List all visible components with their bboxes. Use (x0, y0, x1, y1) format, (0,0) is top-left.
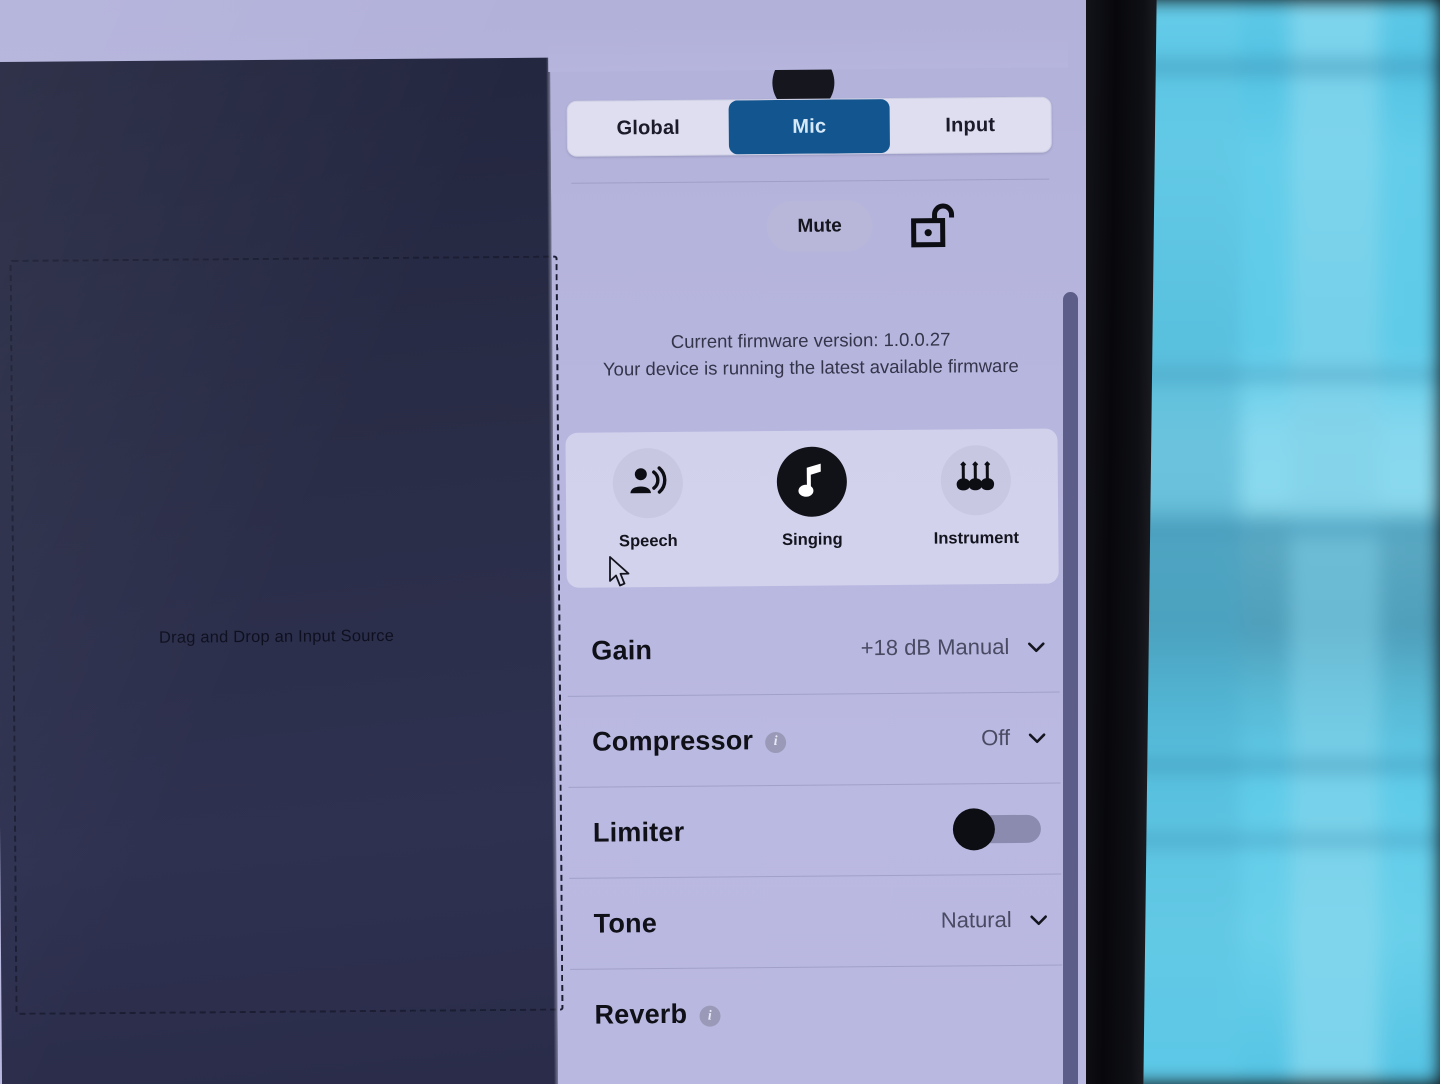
setting-reverb-label: Reverb (594, 998, 688, 1030)
room-line (1120, 760, 1440, 772)
preset-speech-circle (612, 447, 684, 519)
guitars-icon (956, 459, 996, 502)
preset-instrument-label: Instrument (933, 528, 1020, 548)
panel-scroll-mask (548, 35, 1069, 72)
preset-selector: Speech Singing Instrument (565, 428, 1059, 588)
setting-gain-label: Gain (591, 634, 653, 666)
setting-row-limiter[interactable]: Limiter (568, 783, 1062, 879)
setting-row-gain[interactable]: Gain +18 dB Manual (566, 601, 1060, 697)
firmware-info: Current firmware version: 1.0.0.27 Your … (551, 325, 1071, 383)
settings-tab-bar[interactable]: Global Mic Input (566, 96, 1053, 157)
setting-compressor-label: Compressor (591, 724, 754, 757)
settings-list: Gain +18 dB Manual Compressor i Off Limi… (566, 601, 1063, 1061)
tab-input[interactable]: Input (890, 98, 1051, 153)
panel-scrollbar[interactable] (1063, 292, 1078, 1084)
setting-gain-value: +18 dB Manual (860, 633, 1010, 661)
info-icon[interactable]: i (765, 731, 787, 753)
person-speaking-icon (629, 464, 667, 501)
preset-singing-label: Singing (782, 530, 843, 549)
input-source-panel[interactable]: Drag and Drop an Input Source (0, 57, 564, 1084)
setting-tone-label: Tone (593, 907, 658, 939)
setting-tone-value: Natural (940, 906, 1012, 933)
room-stripe (1290, 0, 1380, 1084)
room-line (1120, 520, 1440, 536)
limiter-toggle[interactable] (952, 808, 1042, 851)
chevron-down-icon[interactable] (1026, 727, 1048, 749)
mute-row: Mute (549, 190, 1070, 265)
chevron-down-icon[interactable] (1025, 636, 1047, 658)
room-line (1120, 60, 1440, 74)
preset-singing[interactable]: Singing (729, 430, 894, 586)
monitor-screen: Drag and Drop an Input Source Global Mic… (0, 0, 1086, 1084)
background-room-blur (1120, 0, 1440, 1084)
setting-row-reverb[interactable]: Reverb i (570, 966, 1063, 1061)
info-icon[interactable]: i (699, 1005, 721, 1027)
tab-global[interactable]: Global (568, 100, 729, 155)
setting-row-tone[interactable]: Tone Natural (569, 874, 1063, 970)
room-line (1120, 370, 1440, 380)
preset-speech[interactable]: Speech (565, 431, 730, 587)
preset-singing-circle (776, 446, 848, 518)
preset-instrument-circle (940, 444, 1012, 516)
setting-row-compressor[interactable]: Compressor i Off (567, 692, 1061, 788)
music-note-icon (797, 460, 827, 503)
device-settings-panel: Global Mic Input Mute Current firmware v… (548, 35, 1077, 1084)
room-line (1120, 835, 1440, 845)
divider (571, 178, 1050, 184)
mute-button[interactable]: Mute (766, 200, 873, 253)
tab-mic[interactable]: Mic (728, 99, 890, 155)
chevron-down-icon[interactable] (1028, 909, 1050, 931)
preset-speech-label: Speech (618, 531, 678, 551)
preset-instrument[interactable]: Instrument (893, 429, 1058, 585)
unlocked-padlock-icon[interactable] (909, 201, 955, 252)
setting-limiter-label: Limiter (592, 816, 685, 848)
setting-compressor-value: Off (981, 724, 1011, 751)
toggle-knob (952, 808, 996, 851)
firmware-status: Your device is running the latest availa… (602, 354, 1019, 380)
